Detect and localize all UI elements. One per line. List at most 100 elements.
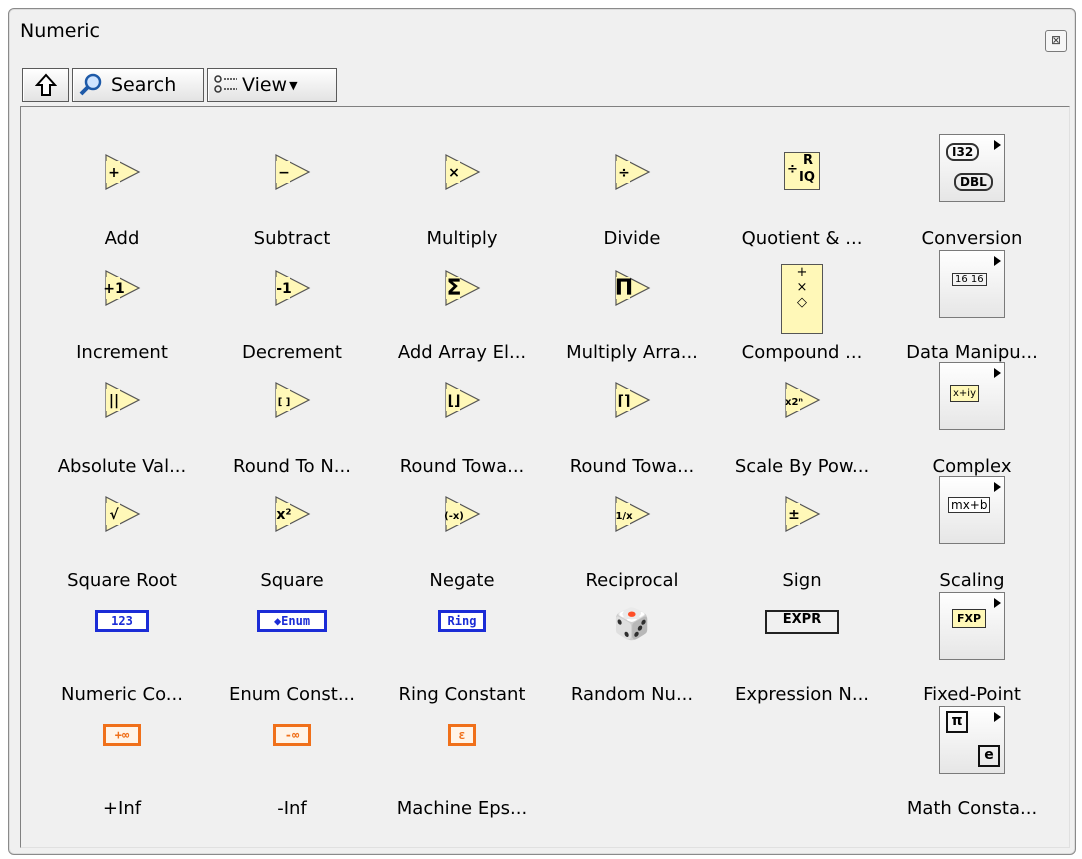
- svg-text:[ ]: [ ]: [278, 397, 291, 408]
- divide-icon: ÷: [612, 152, 652, 196]
- palette-item-label: Scale By Pow...: [734, 456, 870, 477]
- svg-text:1/x: 1/x: [615, 511, 633, 522]
- palette-item-label: Enum Const...: [228, 684, 356, 705]
- palette-item-label: Complex: [932, 456, 1012, 477]
- palette-item-label: Negate: [429, 570, 495, 591]
- machine-epsilon-icon: ε: [448, 724, 476, 746]
- minus-infinity-icon: -∞: [273, 724, 311, 746]
- toolbar: Search View ▼: [22, 68, 340, 104]
- palette-item-label: Multiply Arra...: [566, 342, 698, 363]
- svg-text:Π: Π: [615, 276, 633, 301]
- view-list-icon: [214, 75, 237, 93]
- palette-item-label: Round Towa...: [569, 456, 695, 477]
- palette-item-label: Machine Eps...: [396, 798, 528, 819]
- up-arrow-icon: [34, 73, 57, 96]
- search-label: Search: [111, 74, 177, 96]
- search-button[interactable]: Search: [72, 68, 204, 102]
- round-toward-neg-inf-icon: ⌊⌋: [442, 380, 482, 424]
- svg-text:√: √: [109, 507, 119, 523]
- svg-text:(-x): (-x): [444, 511, 464, 522]
- increment-icon: +1: [102, 268, 142, 312]
- svg-text:x2ⁿ: x2ⁿ: [785, 397, 803, 408]
- palette-item-label: Round Towa...: [399, 456, 525, 477]
- palette-item-label: Square: [260, 570, 324, 591]
- enum-constant-icon: ◆Enum: [257, 610, 327, 632]
- dropdown-arrow-icon: ▼: [289, 78, 298, 92]
- palette-item-label: Scaling: [939, 570, 1005, 591]
- palette-item-label: Fixed-Point: [923, 684, 1021, 705]
- palette-item-label: Subtract: [253, 228, 331, 249]
- palette-item-label: Numeric Co...: [61, 684, 183, 705]
- round-toward-pos-inf-icon: ⌈⌉: [612, 380, 652, 424]
- subtract-icon: −: [272, 152, 312, 196]
- svg-text:⌊⌋: ⌊⌋: [448, 393, 461, 409]
- window-title: Numeric: [20, 20, 100, 42]
- negate-icon: (-x): [442, 494, 482, 538]
- palette-item-label: Math Consta...: [906, 798, 1038, 819]
- palette-item-label: Add Array El...: [397, 342, 527, 363]
- numeric-constant-icon: 123: [95, 610, 149, 632]
- palette-item-label: Increment: [76, 342, 168, 363]
- math-constants-icon: π e: [939, 706, 1005, 774]
- scale-by-power-of-2-icon: x2ⁿ: [782, 380, 822, 424]
- add-array-elements-icon: Σ: [442, 268, 482, 312]
- palette-item-label: Round To N...: [233, 456, 351, 477]
- compound-arithmetic-icon: + × ◇: [781, 264, 823, 334]
- reciprocal-icon: 1/x: [612, 494, 652, 538]
- palette-item-label: Expression N...: [734, 684, 870, 705]
- svg-text:−: −: [278, 165, 290, 181]
- decrement-icon: -1: [272, 268, 312, 312]
- quotient-remainder-icon: ÷ R IQ: [784, 152, 820, 190]
- fixed-point-icon: FXP: [939, 592, 1005, 660]
- multiply-array-elements-icon: Π: [612, 268, 652, 312]
- view-button[interactable]: View ▼: [207, 68, 337, 102]
- square-root-icon: √: [102, 494, 142, 538]
- complex-icon: x+iy: [939, 362, 1005, 430]
- palette-item-label: Add: [104, 228, 140, 249]
- palette-item-label: Decrement: [242, 342, 342, 363]
- add-icon: +: [102, 152, 142, 196]
- palette-item-label: Data Manipu...: [906, 342, 1038, 363]
- palette-item-label: Reciprocal: [585, 570, 679, 591]
- square-icon: x²: [272, 494, 312, 538]
- scaling-icon: mx+b: [939, 476, 1005, 544]
- random-number-icon: 🎲: [613, 607, 651, 642]
- palette-item-label: Quotient & ...: [741, 228, 863, 249]
- palette-item-label: Random Nu...: [570, 684, 694, 705]
- data-manipulation-icon: 16 16: [939, 250, 1005, 318]
- palette-item-label: Conversion: [921, 228, 1023, 249]
- svg-text:||: ||: [109, 393, 119, 409]
- svg-text:÷: ÷: [618, 165, 630, 181]
- close-icon: ⊠: [1050, 33, 1062, 47]
- expression-node-icon: EXPR: [765, 610, 839, 634]
- palette-item-label: Multiply: [426, 228, 498, 249]
- svg-text:+1: +1: [103, 281, 124, 297]
- ring-constant-icon: Ring: [438, 610, 486, 632]
- close-button[interactable]: ⊠: [1045, 30, 1067, 52]
- palette-item-label: Sign: [782, 570, 822, 591]
- conversion-icon: I32 DBL: [939, 134, 1005, 202]
- svg-text:+: +: [108, 165, 120, 181]
- palette-item-label: -Inf: [277, 798, 307, 819]
- palette-item-label: Absolute Val...: [57, 456, 187, 477]
- svg-text:×: ×: [448, 165, 460, 181]
- round-to-nearest-icon: [ ]: [272, 380, 312, 424]
- multiply-icon: ×: [442, 152, 482, 196]
- palette-panel: [20, 106, 1070, 848]
- svg-text:⌈⌉: ⌈⌉: [618, 393, 631, 409]
- palette-item-label: Square Root: [67, 570, 177, 591]
- svg-text:x²: x²: [276, 507, 291, 523]
- sign-icon: ±: [782, 494, 822, 538]
- search-icon: [79, 73, 102, 96]
- palette-item-label: Compound ...: [741, 342, 863, 363]
- plus-infinity-icon: +∞: [103, 724, 141, 746]
- up-button[interactable]: [22, 68, 69, 102]
- svg-text:Σ: Σ: [446, 276, 461, 301]
- view-label: View: [242, 74, 288, 96]
- absolute-value-icon: ||: [102, 380, 142, 424]
- svg-text:±: ±: [788, 507, 800, 523]
- palette-item-label: +Inf: [102, 798, 142, 819]
- palette-item-label: Ring Constant: [398, 684, 526, 705]
- svg-text:-1: -1: [276, 281, 292, 297]
- palette-item-label: Divide: [603, 228, 661, 249]
